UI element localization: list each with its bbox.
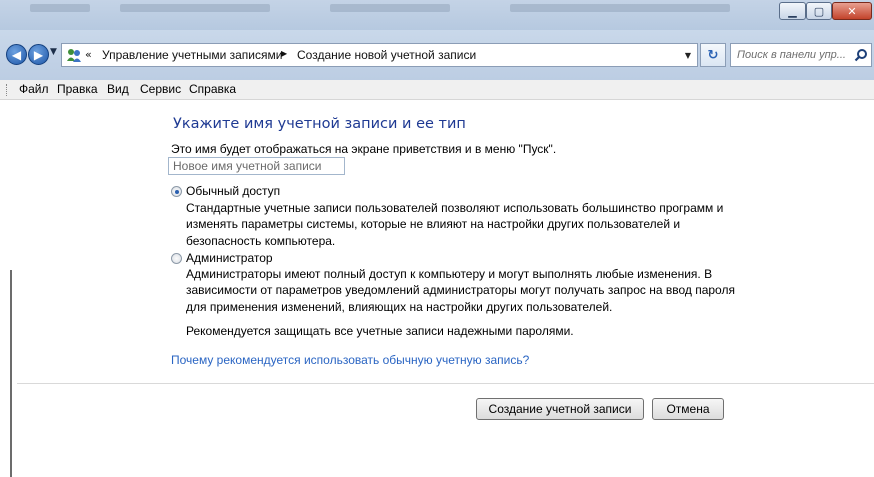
maximize-button[interactable]: ▢ (806, 2, 832, 20)
minimize-icon: ▁ (788, 4, 797, 18)
standard-user-radio[interactable] (171, 186, 182, 197)
description-line: для применения изменений, влияющих на на… (186, 299, 613, 314)
back-button[interactable]: ◀ (6, 44, 27, 65)
account-name-input[interactable]: Новое имя учетной записи (168, 157, 345, 175)
search-input[interactable]: Поиск в панели упр... (730, 43, 872, 67)
user-accounts-icon (67, 49, 81, 62)
description-line: зависимости от параметров уведомлений ад… (186, 283, 735, 298)
menu-help[interactable]: Справка (189, 82, 236, 96)
search-icon[interactable] (854, 48, 868, 62)
menu-tools[interactable]: Сервис (140, 82, 181, 96)
cancel-button[interactable]: Отмена (652, 398, 724, 420)
description-line: безопасность компьютера. (186, 233, 336, 248)
breadcrumb-item[interactable]: Создание новой учетной записи (297, 48, 476, 62)
breadcrumb-overflow[interactable]: « (85, 48, 92, 61)
window-titlebar: ▁ ▢ ✕ (0, 0, 874, 30)
breadcrumb-item[interactable]: Управление учетными записями (102, 48, 282, 62)
administrator-radio[interactable] (171, 253, 182, 264)
menu-file[interactable]: Файл (19, 82, 49, 96)
address-bar[interactable]: « Управление учетными записями ▶ Создани… (61, 43, 698, 67)
password-recommendation: Рекомендуется защищать все учетные запис… (186, 324, 574, 338)
page-title: Укажите имя учетной записи и ее тип (173, 116, 466, 132)
background-blur (30, 4, 90, 12)
administrator-label[interactable]: Администратор (186, 251, 273, 265)
navigation-bar: ◀ ▶ ▼ « Управление учетными записями ▶ С… (0, 30, 874, 80)
name-info-text: Это имя будет отображаться на экране при… (171, 142, 557, 156)
administrator-description: Администраторы имеют полный доступ к ком… (186, 266, 735, 315)
forward-arrow-icon: ▶ (33, 47, 44, 62)
description-line: Стандартные учетные записи пользователей… (186, 201, 724, 215)
maximize-icon: ▢ (813, 4, 825, 18)
menu-grip (6, 84, 10, 96)
description-line: Администраторы имеют полный доступ к ком… (186, 267, 713, 281)
standard-user-label[interactable]: Обычный доступ (186, 184, 280, 198)
help-link[interactable]: Почему рекомендуется использовать обычну… (171, 353, 529, 367)
refresh-icon: ↻ (707, 47, 719, 63)
breadcrumb-separator-icon[interactable]: ▶ (281, 49, 287, 58)
background-blur (330, 4, 450, 12)
create-account-button[interactable]: Создание учетной записи (476, 398, 644, 420)
forward-button[interactable]: ▶ (28, 44, 49, 65)
standard-user-description: Стандартные учетные записи пользователей… (186, 200, 723, 249)
description-line: изменять параметры системы, которые не в… (186, 217, 681, 232)
close-button[interactable]: ✕ (832, 2, 872, 20)
menu-bar: Файл Правка Вид Сервис Справка (0, 80, 874, 100)
menu-view[interactable]: Вид (107, 82, 129, 96)
background-blur (120, 4, 270, 12)
divider (17, 383, 874, 384)
window-edge (10, 270, 12, 477)
search-placeholder: Поиск в панели упр... (737, 49, 846, 61)
menu-edit[interactable]: Правка (57, 82, 98, 96)
close-icon: ✕ (847, 4, 857, 18)
history-dropdown-icon[interactable]: ▼ (50, 47, 57, 57)
back-arrow-icon: ◀ (11, 47, 22, 62)
background-blur (510, 4, 730, 12)
address-dropdown-icon[interactable]: ▼ (685, 51, 691, 60)
refresh-button[interactable]: ↻ (700, 43, 726, 67)
minimize-button[interactable]: ▁ (779, 2, 806, 20)
